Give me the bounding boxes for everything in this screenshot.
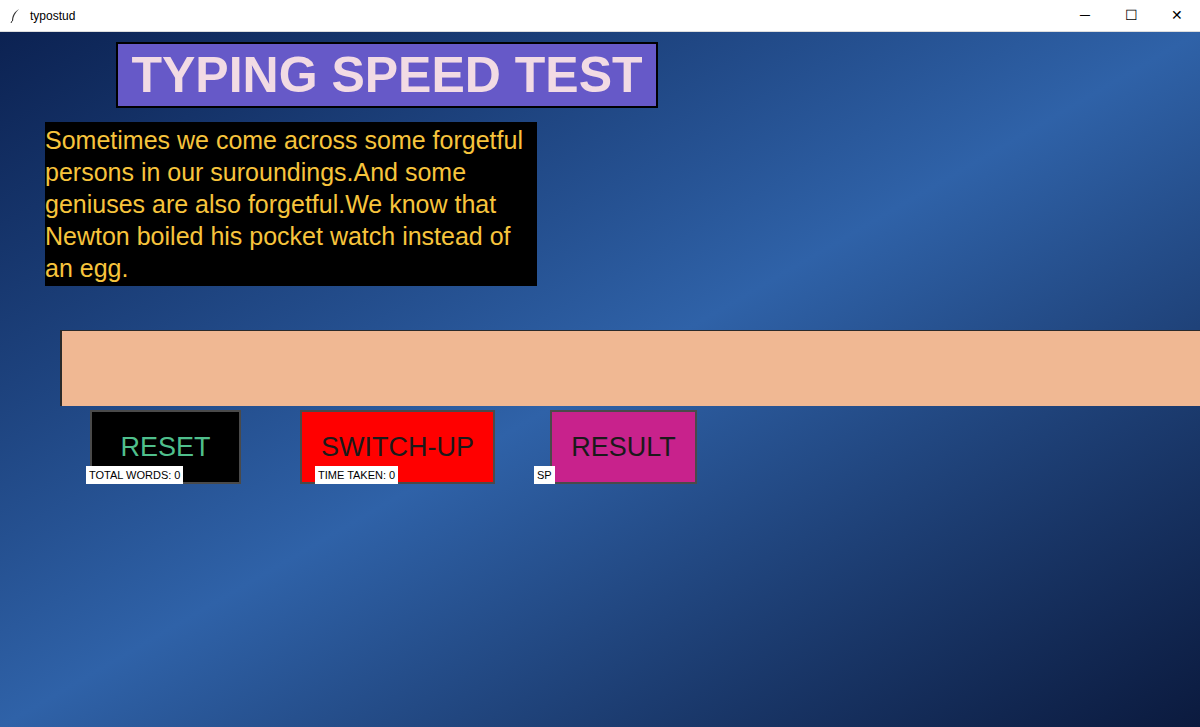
entry-row bbox=[60, 330, 1200, 406]
window-control-button[interactable]: ✕ bbox=[1154, 0, 1200, 31]
heading: TYPING SPEED TEST bbox=[116, 42, 658, 108]
button-row: RESETSWITCH-UPRESULTTOTAL WORDS: 0TIME T… bbox=[90, 410, 1200, 484]
action-button[interactable]: RESULT bbox=[550, 410, 697, 484]
app-window: typostud ─☐✕ TYPING SPEED TEST Sometimes we… bbox=[0, 0, 1200, 727]
stat-label: SP bbox=[534, 466, 555, 484]
feather-icon bbox=[8, 8, 24, 24]
stat-label: TOTAL WORDS: 0 bbox=[86, 466, 183, 484]
background-photo: TYPING SPEED TEST Sometimes we come acros… bbox=[0, 32, 1200, 727]
stat-label: TIME TAKEN: 0 bbox=[315, 466, 398, 484]
window-control-button[interactable]: ☐ bbox=[1108, 0, 1154, 31]
window-title: typostud bbox=[30, 7, 75, 25]
passage-text: Sometimes we come across some forgetful … bbox=[45, 122, 537, 286]
window-controls: ─☐✕ bbox=[1062, 0, 1200, 31]
title-bar: typostud ─☐✕ bbox=[0, 0, 1200, 32]
window-control-button[interactable]: ─ bbox=[1062, 0, 1108, 31]
typing-input[interactable] bbox=[60, 330, 1200, 406]
